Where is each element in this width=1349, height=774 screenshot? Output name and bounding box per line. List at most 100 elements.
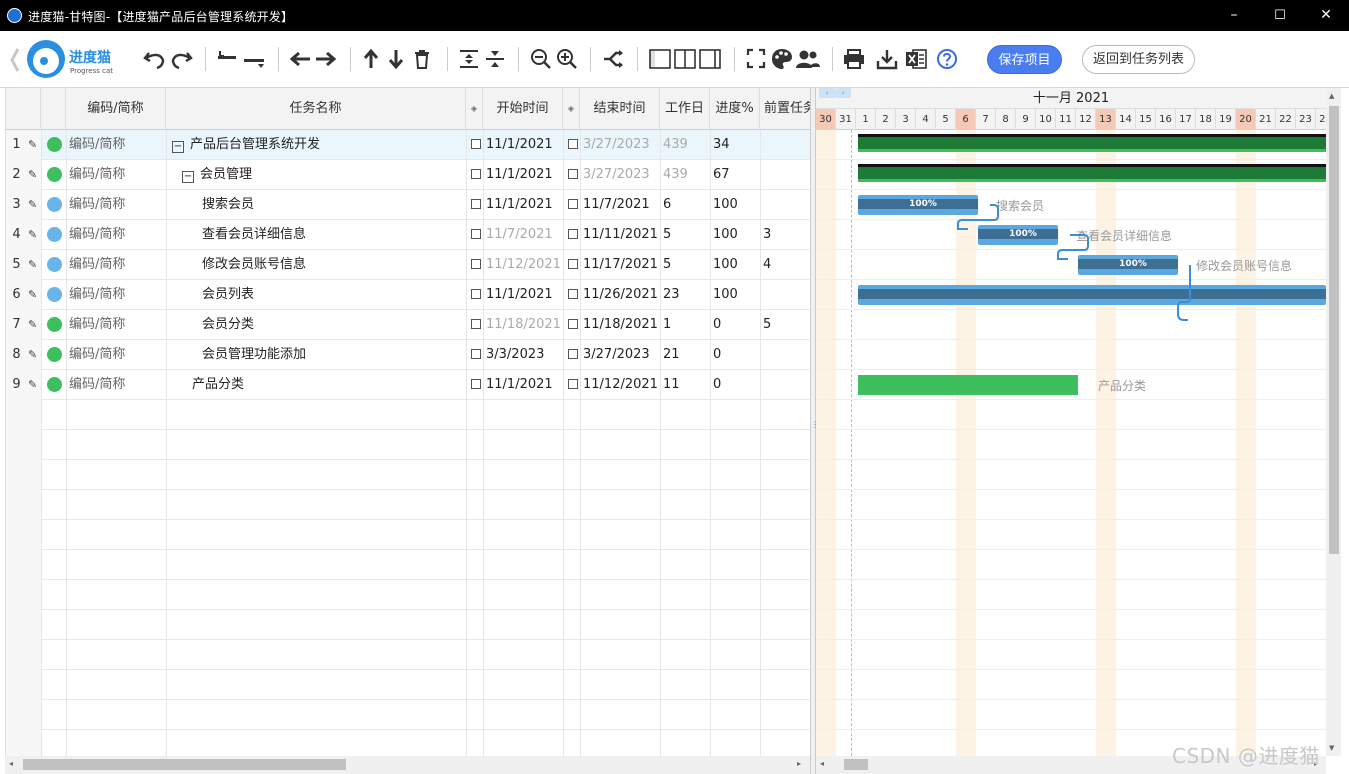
- edit-pencil-icon[interactable]: ✎: [28, 370, 40, 400]
- start-time-cell[interactable]: 3/3/2023: [471, 340, 561, 370]
- users-icon[interactable]: [796, 48, 820, 70]
- workdays-cell[interactable]: 6: [663, 190, 708, 220]
- end-lock-checkbox[interactable]: [568, 199, 578, 209]
- link-tasks-icon[interactable]: [602, 48, 624, 70]
- edit-pencil-icon[interactable]: ✎: [28, 160, 40, 190]
- start-lock-checkbox[interactable]: [471, 169, 481, 179]
- expand-all-icon[interactable]: [459, 48, 479, 70]
- task-name-cell[interactable]: 搜索会员: [202, 190, 482, 220]
- end-lock-checkbox[interactable]: [568, 379, 578, 389]
- code-cell[interactable]: 编码/简称: [69, 220, 165, 250]
- scroll-up-icon[interactable]: ▲: [1329, 92, 1334, 100]
- task-name-cell[interactable]: 会员分类: [202, 310, 482, 340]
- code-cell[interactable]: 编码/简称: [69, 190, 165, 220]
- table-row[interactable]: 5 ✎ 编码/简称 修改会员账号信息 11/12/2021 11/17/2021 5 100 4: [6, 250, 810, 280]
- edit-pencil-icon[interactable]: ✎: [28, 190, 40, 220]
- progress-cell[interactable]: 100: [713, 220, 758, 250]
- start-lock-checkbox[interactable]: [471, 229, 481, 239]
- empty-row[interactable]: [6, 640, 810, 670]
- grid-scroll-right-icon[interactable]: ▸: [797, 759, 801, 768]
- grid-horizontal-scrollbar[interactable]: ◂ ▸: [5, 756, 810, 774]
- empty-row[interactable]: [6, 430, 810, 460]
- header-task-name[interactable]: 任务名称: [166, 88, 466, 130]
- predecessor-cell[interactable]: [763, 280, 808, 310]
- empty-row[interactable]: [6, 730, 810, 756]
- scroll-down-icon[interactable]: ▼: [1329, 744, 1334, 752]
- progress-cell[interactable]: 0: [713, 310, 758, 340]
- predecessor-cell[interactable]: 3: [763, 220, 808, 250]
- workdays-cell[interactable]: 439: [663, 160, 708, 190]
- zoom-out-icon[interactable]: [530, 48, 552, 70]
- end-lock-checkbox[interactable]: [568, 349, 578, 359]
- empty-row[interactable]: [6, 670, 810, 700]
- start-time-cell[interactable]: 11/1/2021: [471, 370, 561, 400]
- excel-icon[interactable]: [905, 48, 927, 70]
- empty-row[interactable]: [6, 490, 810, 520]
- scroll-right-handle-icon[interactable]: ›: [835, 88, 851, 98]
- end-lock-checkbox[interactable]: [568, 259, 578, 269]
- end-lock-checkbox[interactable]: [568, 229, 578, 239]
- download-icon[interactable]: [876, 48, 898, 70]
- minimize-button[interactable]: –: [1211, 0, 1257, 31]
- header-start-flag-icon[interactable]: ◈: [466, 88, 483, 130]
- header-progress[interactable]: 进度%: [710, 88, 760, 130]
- trash-icon[interactable]: [413, 48, 431, 70]
- start-time-cell[interactable]: 11/1/2021: [471, 130, 561, 160]
- header-end-time[interactable]: 结束时间: [580, 88, 660, 130]
- header-workdays[interactable]: 工作日: [660, 88, 710, 130]
- edit-pencil-icon[interactable]: ✎: [28, 250, 40, 280]
- gantt-scroll-left-icon[interactable]: ◂: [820, 759, 824, 768]
- start-time-cell[interactable]: 11/12/2021: [471, 250, 561, 280]
- code-cell[interactable]: 编码/简称: [69, 130, 165, 160]
- empty-row[interactable]: [6, 580, 810, 610]
- empty-row[interactable]: [6, 610, 810, 640]
- fullscreen-icon[interactable]: [746, 48, 766, 70]
- collapse-all-icon[interactable]: [485, 48, 505, 70]
- end-lock-checkbox[interactable]: [568, 319, 578, 329]
- grid-scroll-left-icon[interactable]: ◂: [9, 759, 13, 768]
- empty-row[interactable]: [6, 700, 810, 730]
- header-predecessor[interactable]: 前置任务: [760, 88, 810, 130]
- palette-icon[interactable]: [771, 48, 793, 70]
- code-cell[interactable]: 编码/简称: [69, 160, 165, 190]
- start-lock-checkbox[interactable]: [471, 139, 481, 149]
- arrow-up-icon[interactable]: [362, 48, 380, 70]
- code-cell[interactable]: 编码/简称: [69, 370, 165, 400]
- code-cell[interactable]: 编码/简称: [69, 310, 165, 340]
- predecessor-cell[interactable]: [763, 340, 808, 370]
- end-time-cell[interactable]: 11/11/2021: [568, 220, 658, 250]
- predecessor-cell[interactable]: [763, 370, 808, 400]
- collapse-toggle-icon[interactable]: −: [172, 141, 184, 153]
- save-project-button[interactable]: 保存项目: [987, 45, 1062, 74]
- edit-pencil-icon[interactable]: ✎: [28, 340, 40, 370]
- workdays-cell[interactable]: 1: [663, 310, 708, 340]
- undo-icon[interactable]: [143, 48, 167, 70]
- progress-cell[interactable]: 100: [713, 190, 758, 220]
- code-cell[interactable]: 编码/简称: [69, 250, 165, 280]
- predecessor-cell[interactable]: 4: [763, 250, 808, 280]
- workdays-cell[interactable]: 21: [663, 340, 708, 370]
- arrow-down-icon[interactable]: [387, 48, 405, 70]
- end-time-cell[interactable]: 3/27/2023: [568, 130, 658, 160]
- redo-icon[interactable]: [169, 48, 193, 70]
- grid-only-view-icon[interactable]: [649, 48, 671, 70]
- start-lock-checkbox[interactable]: [471, 349, 481, 359]
- start-time-cell[interactable]: 11/18/2021: [471, 310, 561, 340]
- table-row[interactable]: 2 ✎ 编码/简称 − 会员管理 11/1/2021 3/27/2023 439 67: [6, 160, 810, 190]
- workdays-cell[interactable]: 23: [663, 280, 708, 310]
- predecessor-cell[interactable]: [763, 130, 808, 160]
- end-lock-checkbox[interactable]: [568, 289, 578, 299]
- help-icon[interactable]: [936, 48, 958, 70]
- end-time-cell[interactable]: 3/27/2023: [568, 160, 658, 190]
- zoom-in-icon[interactable]: [556, 48, 578, 70]
- edit-pencil-icon[interactable]: ✎: [28, 220, 40, 250]
- table-row[interactable]: 1 ✎ 编码/简称 − 产品后台管理系统开发 11/1/2021 3/27/2023 439 3…: [6, 130, 810, 160]
- indent-icon[interactable]: [243, 48, 265, 70]
- table-row[interactable]: 9 ✎ 编码/简称 产品分类 11/1/2021 11/12/2021 11 0: [6, 370, 810, 400]
- end-time-cell[interactable]: 11/12/2021: [568, 370, 658, 400]
- arrow-left-icon[interactable]: [290, 48, 312, 70]
- task-name-cell[interactable]: 会员列表: [202, 280, 482, 310]
- start-lock-checkbox[interactable]: [471, 379, 481, 389]
- end-time-cell[interactable]: 11/26/2021: [568, 280, 658, 310]
- collapse-toggle-icon[interactable]: −: [182, 171, 194, 183]
